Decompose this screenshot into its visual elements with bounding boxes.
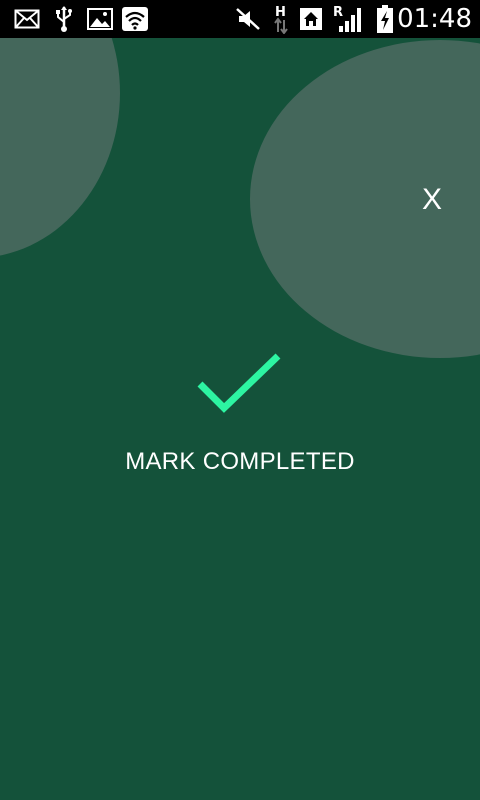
mark-completed-screen: X MARK COMPLETED xyxy=(0,38,480,800)
status-time: 01:48 xyxy=(397,4,472,34)
svg-text:R: R xyxy=(333,5,343,20)
usb-icon xyxy=(52,4,76,34)
battery-charging-icon xyxy=(374,4,396,34)
hspa-icon: H xyxy=(270,4,292,34)
checkmark-icon xyxy=(197,353,281,413)
svg-text:H: H xyxy=(275,5,286,20)
home-icon xyxy=(299,4,323,34)
mute-icon xyxy=(234,4,262,34)
image-icon xyxy=(86,4,114,34)
wifi-icon xyxy=(121,4,149,34)
completion-message: MARK COMPLETED xyxy=(125,448,355,475)
decorative-bubble-left xyxy=(0,38,120,258)
status-bar: H R 01:48 xyxy=(0,0,480,38)
roaming-signal-icon: R xyxy=(330,4,364,34)
mail-icon xyxy=(12,4,42,34)
close-button[interactable]: X xyxy=(410,176,454,224)
